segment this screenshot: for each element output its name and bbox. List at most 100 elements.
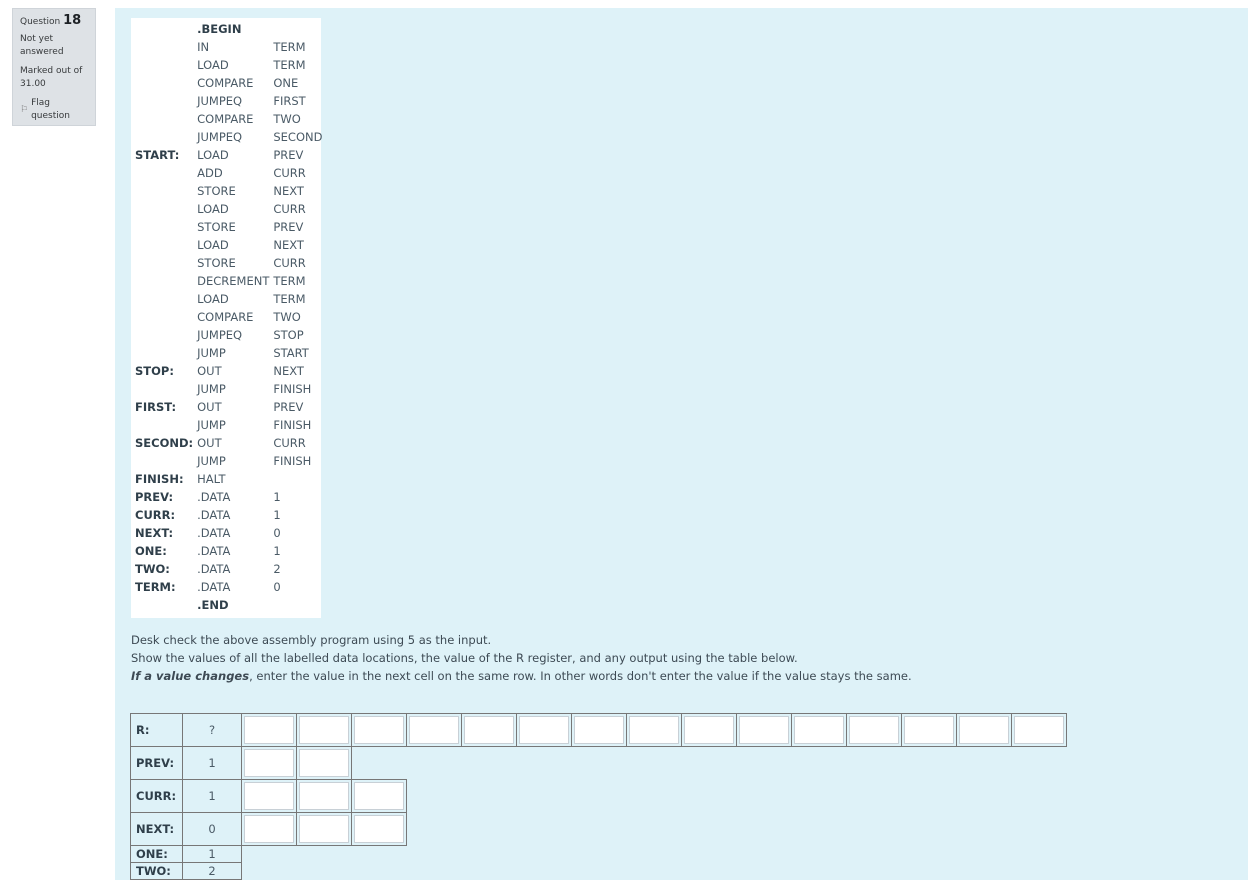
answer-cell — [242, 779, 297, 813]
line-operand: CURR — [273, 202, 306, 216]
line-operand: PREV — [273, 220, 304, 234]
line-operand: STOP — [273, 328, 304, 342]
line-opcode: .DATA — [197, 526, 231, 540]
answer-input[interactable] — [959, 716, 1009, 744]
row-initial-value: 1 — [183, 746, 242, 780]
answer-cell — [682, 713, 737, 747]
row-label: NEXT: — [130, 812, 183, 846]
answer-cell — [407, 713, 462, 747]
flag-question-button[interactable]: ⚐ Flag question — [20, 97, 88, 123]
answer-input[interactable] — [244, 749, 294, 777]
answer-input[interactable] — [354, 782, 404, 810]
program-line: CURR: .DATA 1 — [131, 506, 322, 524]
program-line: START: LOAD PREV — [131, 146, 322, 164]
line-operand: FIRST — [273, 94, 306, 108]
answer-input[interactable] — [629, 716, 679, 744]
instructions: Desk check the above assembly program us… — [131, 631, 912, 685]
answer-input[interactable] — [299, 749, 349, 777]
line-operand: CURR — [273, 166, 306, 180]
answer-input[interactable] — [519, 716, 569, 744]
line-opcode: OUT — [197, 400, 222, 414]
answer-cell — [242, 713, 297, 747]
answer-cell — [737, 713, 792, 747]
program-line: JUMP FINISH — [131, 416, 322, 434]
line-operand: TERM — [273, 58, 306, 72]
answer-input[interactable] — [739, 716, 789, 744]
answer-input[interactable] — [794, 716, 844, 744]
answer-input[interactable] — [464, 716, 514, 744]
answer-input[interactable] — [849, 716, 899, 744]
answer-cell — [627, 713, 682, 747]
program-line: FINISH: HALT — [131, 470, 322, 488]
line-label: TWO: — [135, 562, 170, 576]
program-line: .BEGIN — [131, 20, 322, 38]
question-number-value: 18 — [63, 13, 82, 28]
answer-input[interactable] — [354, 815, 404, 843]
answer-cell — [462, 713, 517, 747]
line-label: SECOND: — [135, 436, 194, 450]
line-operand: FINISH — [273, 454, 312, 468]
line-operand: 1 — [273, 544, 281, 558]
question-label: Question — [20, 17, 61, 27]
line-label — [131, 218, 193, 236]
program-line: LOAD CURR — [131, 200, 322, 218]
answer-input[interactable] — [299, 782, 349, 810]
line-opcode: JUMP — [197, 454, 226, 468]
instruction-line-3: If a value changes, enter the value in t… — [131, 667, 912, 685]
line-label — [131, 182, 193, 200]
line-opcode: STORE — [197, 256, 236, 270]
program-line: .END — [131, 596, 322, 614]
question-state: Not yet answered — [20, 34, 64, 57]
desk-check-row: ONE: 1 — [130, 845, 1067, 863]
answer-input[interactable] — [299, 716, 349, 744]
program-line: JUMPEQ FIRST — [131, 92, 322, 110]
line-operand: 0 — [273, 580, 281, 594]
answer-input[interactable] — [409, 716, 459, 744]
program-line: JUMP START — [131, 344, 322, 362]
row-initial-value: 0 — [183, 812, 242, 846]
line-operand: 1 — [273, 508, 281, 522]
answer-cell — [297, 713, 352, 747]
answer-cell — [352, 779, 407, 813]
line-label: CURR: — [135, 508, 176, 522]
instruction-emphasis: If a value changes — [131, 669, 250, 683]
program-line: COMPARE TWO — [131, 308, 322, 326]
desk-check-row: R:? — [130, 713, 1067, 747]
line-operand: 0 — [273, 526, 281, 540]
line-opcode: .DATA — [197, 490, 231, 504]
line-operand: TERM — [273, 40, 306, 54]
desk-check-row: TWO: 2 — [130, 862, 1067, 880]
line-opcode: JUMP — [197, 346, 226, 360]
line-label — [131, 416, 193, 434]
line-operand: PREV — [273, 148, 304, 162]
program-line: JUMPEQ STOP — [131, 326, 322, 344]
line-operand: 1 — [273, 490, 281, 504]
desk-check-table: R:? PREV: 1 CURR: 1 NEXT: 0 ONE: 1 TWO: 2 — [130, 713, 1067, 880]
answer-input[interactable] — [574, 716, 624, 744]
answer-input[interactable] — [354, 716, 404, 744]
answer-cell — [902, 713, 957, 747]
answer-input[interactable] — [244, 782, 294, 810]
answer-cell — [352, 812, 407, 846]
flag-icon: ⚐ — [20, 104, 29, 115]
answer-input[interactable] — [244, 815, 294, 843]
answer-input[interactable] — [684, 716, 734, 744]
line-label — [131, 110, 193, 128]
line-opcode: JUMPEQ — [197, 130, 243, 144]
program-line: COMPARE TWO — [131, 110, 322, 128]
answer-input[interactable] — [904, 716, 954, 744]
row-label: PREV: — [130, 746, 183, 780]
answer-input[interactable] — [244, 716, 294, 744]
line-label — [131, 290, 193, 308]
line-operand: CURR — [273, 256, 306, 270]
answer-cell — [1012, 713, 1067, 747]
line-opcode: LOAD — [197, 202, 229, 216]
line-label — [131, 344, 193, 362]
answer-input[interactable] — [299, 815, 349, 843]
program-line: STORE CURR — [131, 254, 322, 272]
line-label: START: — [135, 148, 180, 162]
question-number: Question 18 — [20, 14, 88, 29]
program-line: STORE NEXT — [131, 182, 322, 200]
program-table: .BEGIN IN TERM LOAD TERM COMPARE ONE JUMPEQ FIRS… — [131, 20, 322, 614]
answer-input[interactable] — [1014, 716, 1064, 744]
